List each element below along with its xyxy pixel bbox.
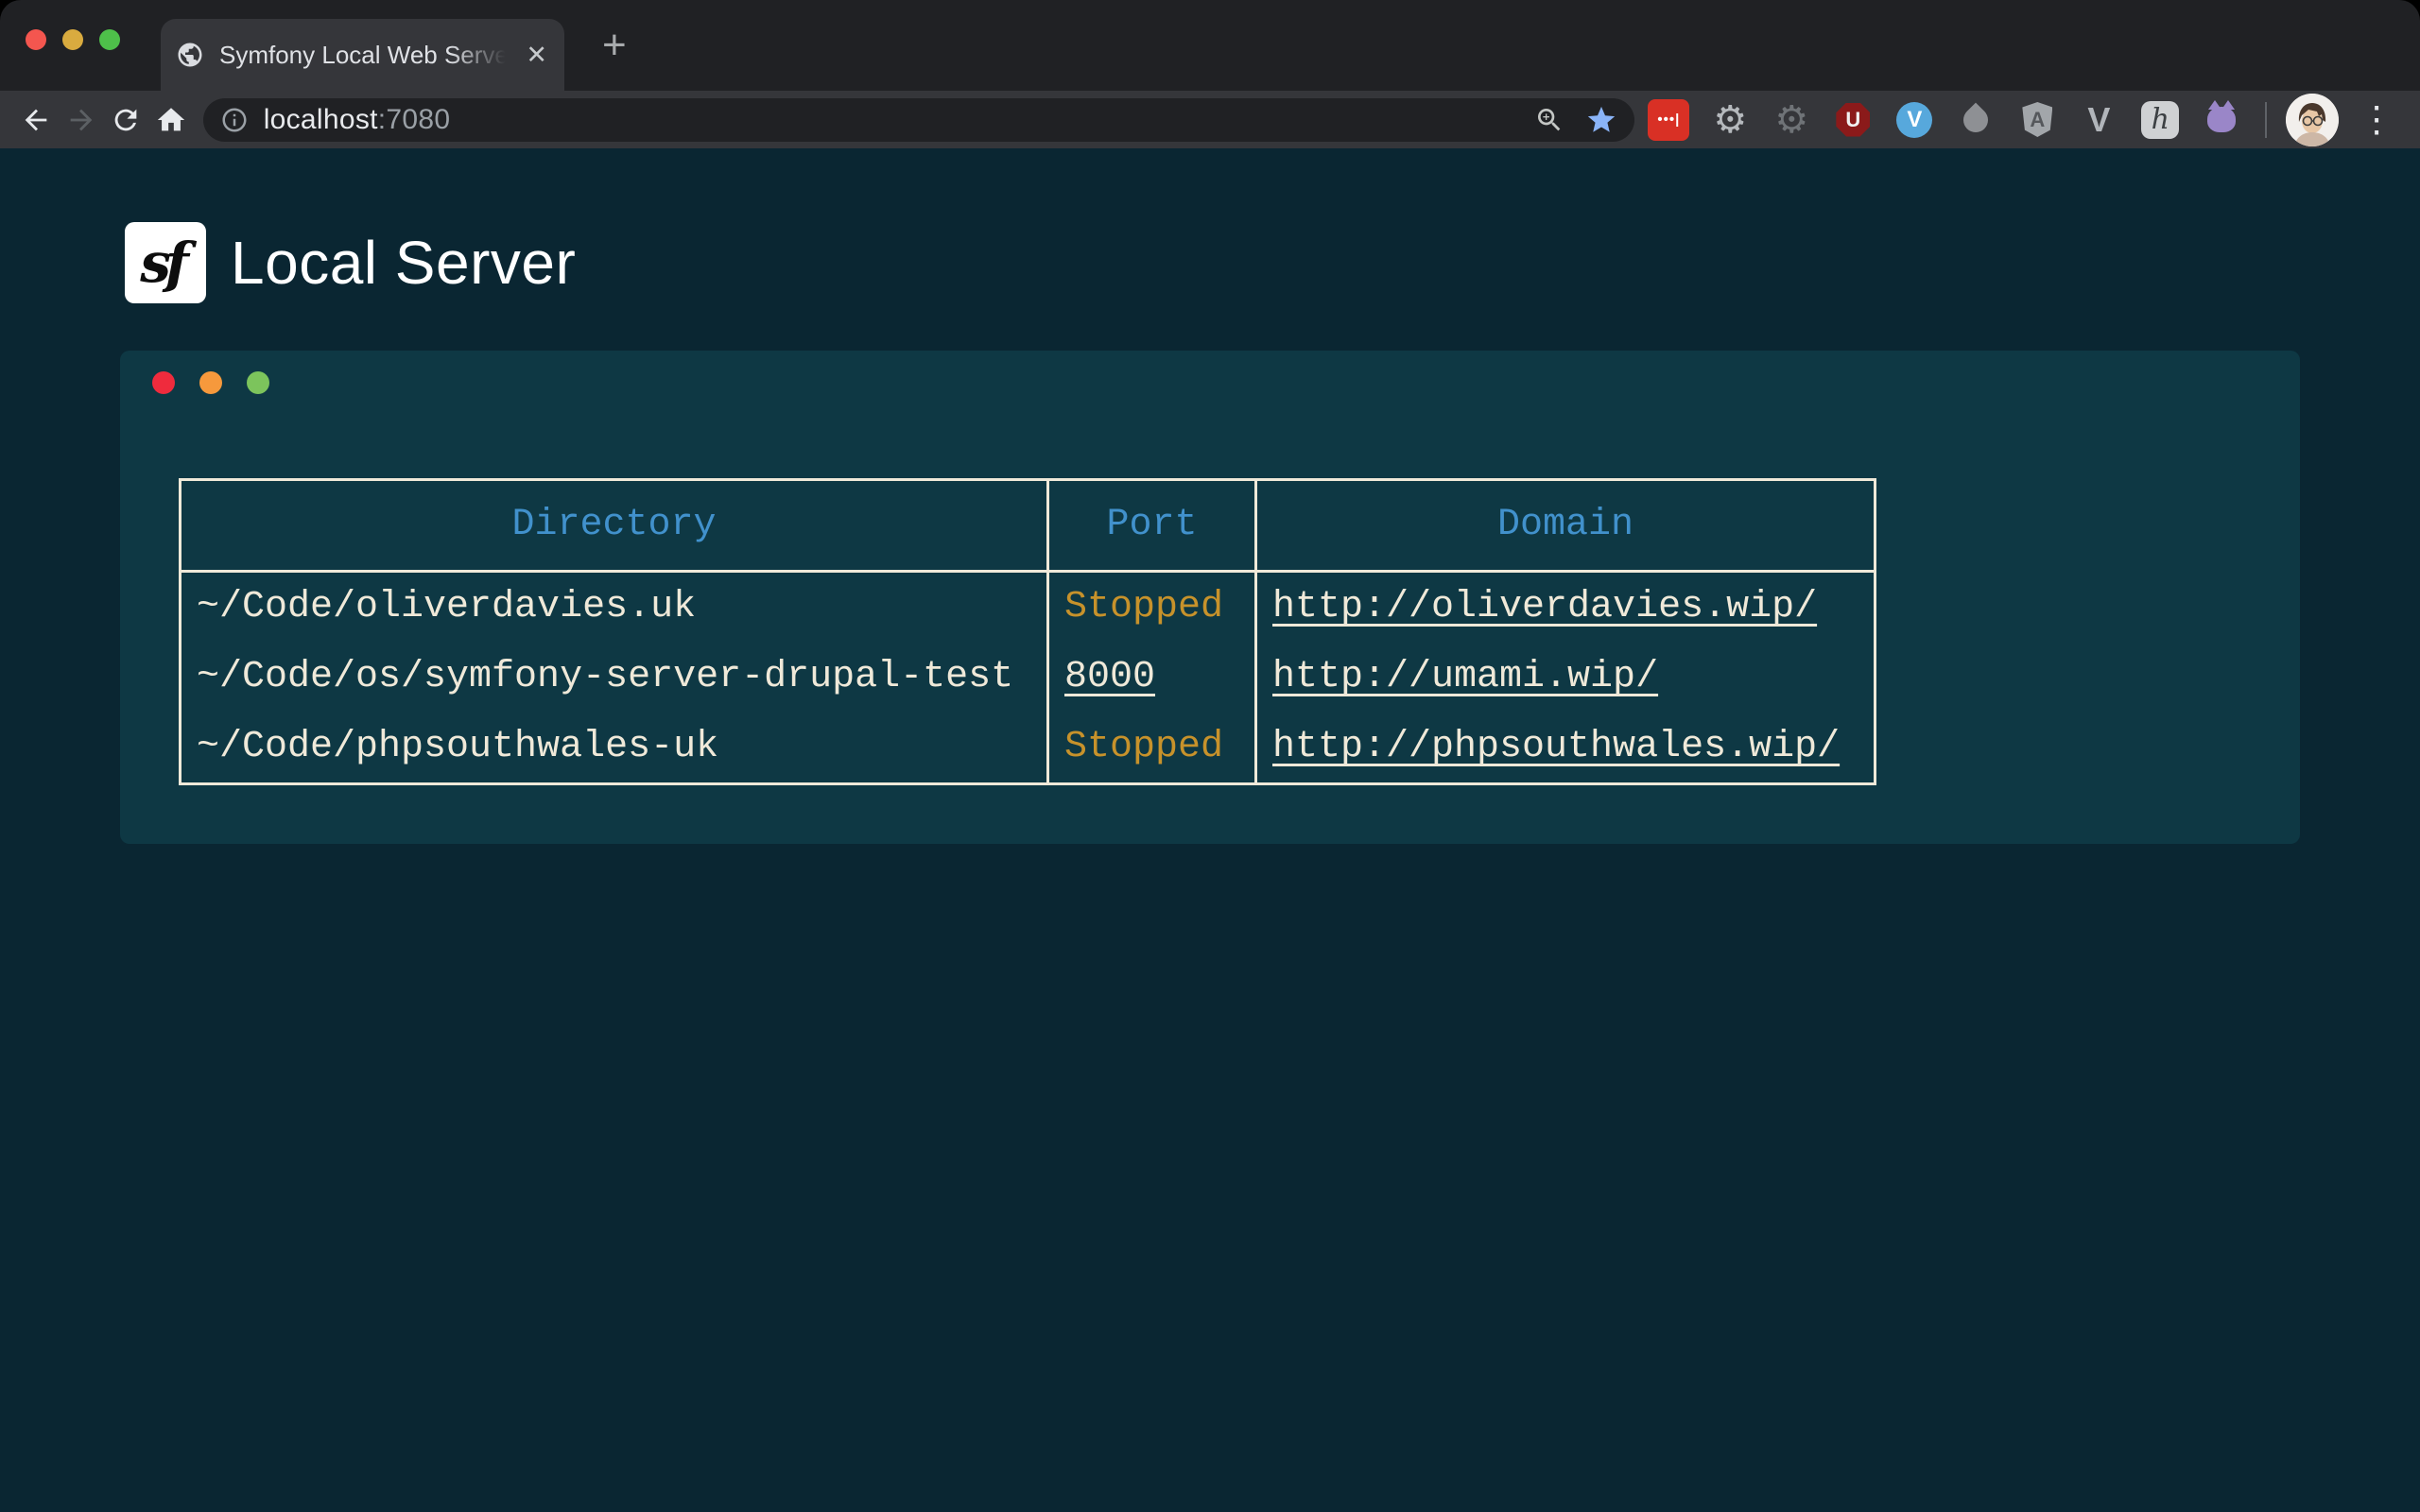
domain-link[interactable]: http://phpsouthwales.wip/ (1272, 726, 1840, 768)
browser-window: Symfony Local Web Server: Prox ✕ + (0, 0, 2420, 1512)
page-content: sf Local Server Directory Port (0, 148, 2420, 1512)
forward-icon (65, 104, 97, 136)
brand-header: sf Local Server (125, 222, 576, 303)
browser-tab[interactable]: Symfony Local Web Server: Prox ✕ (161, 19, 564, 91)
port-status: Stopped (1048, 572, 1256, 644)
site-info-icon[interactable] (220, 106, 249, 134)
directory-cell: ~/Code/oliverdavies.uk (181, 572, 1048, 644)
reload-button[interactable] (105, 99, 147, 141)
domain-cell: http://umami.wip/ (1256, 643, 1876, 713)
page-zoom-icon[interactable] (1534, 105, 1564, 135)
port-cell: 8000 (1048, 643, 1256, 713)
globe-favicon-icon (176, 41, 204, 69)
url-port: :7080 (378, 104, 451, 135)
directory-cell: ~/Code/os/symfony-server-drupal-test (181, 643, 1048, 713)
domain-link[interactable]: http://oliverdavies.wip/ (1272, 586, 1817, 628)
back-button[interactable] (15, 99, 57, 141)
url-text: localhost:7080 (264, 104, 451, 136)
column-header-directory: Directory (181, 480, 1048, 572)
home-button[interactable] (150, 99, 192, 141)
gear-disabled-extension-icon[interactable]: ⚙ (1771, 99, 1812, 141)
column-header-port: Port (1048, 480, 1256, 572)
home-icon (155, 104, 187, 136)
port-status: Stopped (1048, 713, 1256, 784)
back-icon (20, 104, 52, 136)
table-row: ~/Code/oliverdavies.uk Stopped http://ol… (181, 572, 1876, 644)
h-extension-icon[interactable]: h (2139, 99, 2181, 141)
forward-button[interactable] (60, 99, 102, 141)
github-octocat-extension-icon[interactable] (2201, 99, 2242, 141)
page-title: Local Server (231, 228, 576, 298)
browser-toolbar: localhost:7080 •••| ⚙ ⚙ U V A V h (0, 91, 2420, 148)
gear-extension-icon[interactable]: ⚙ (1709, 99, 1751, 141)
profile-avatar[interactable] (2286, 94, 2339, 146)
zoom-window-button[interactable] (99, 29, 120, 50)
window-controls (26, 29, 120, 50)
shield-extension-icon[interactable]: A (2016, 99, 2058, 141)
vue-extension-icon[interactable]: V (2078, 99, 2119, 141)
extensions-row: •••| ⚙ ⚙ U V A V h (1648, 99, 2242, 141)
server-card: Directory Port Domain ~/Code/oliverdavie… (120, 351, 2300, 844)
directory-cell: ~/Code/phpsouthwales-uk (181, 713, 1048, 784)
table-header-row: Directory Port Domain (181, 480, 1876, 572)
card-traffic-dots (152, 371, 269, 394)
toolbar-divider (2265, 102, 2267, 138)
bookmark-star-icon[interactable] (1585, 104, 1617, 136)
tab-close-icon[interactable]: ✕ (520, 41, 553, 70)
reload-icon (110, 104, 142, 136)
avatar-illustration (2286, 94, 2339, 146)
drupal-extension-icon[interactable] (1955, 99, 1996, 141)
symfony-logo-icon: sf (125, 222, 206, 303)
lastpass-extension-icon[interactable]: •••| (1648, 99, 1689, 141)
tab-strip: Symfony Local Web Server: Prox ✕ + (0, 0, 2420, 91)
vimeo-extension-icon[interactable]: V (1893, 99, 1935, 141)
domain-cell: http://phpsouthwales.wip/ (1256, 713, 1876, 784)
table-row: ~/Code/os/symfony-server-drupal-test 800… (181, 643, 1876, 713)
column-header-domain: Domain (1256, 480, 1876, 572)
port-link[interactable]: 8000 (1064, 656, 1155, 698)
address-bar[interactable]: localhost:7080 (203, 98, 1635, 142)
tab-title: Symfony Local Web Server: Prox (219, 41, 514, 70)
domain-cell: http://oliverdavies.wip/ (1256, 572, 1876, 644)
url-host: localhost (264, 104, 378, 135)
close-window-button[interactable] (26, 29, 46, 50)
domain-link[interactable]: http://umami.wip/ (1272, 656, 1658, 698)
ublock-extension-icon[interactable]: U (1832, 99, 1874, 141)
browser-menu-button[interactable]: ⋮ (2358, 102, 2395, 138)
red-dot-icon (152, 371, 175, 394)
new-tab-button[interactable]: + (593, 0, 636, 91)
minimize-window-button[interactable] (62, 29, 83, 50)
screen: Symfony Local Web Server: Prox ✕ + (0, 0, 2420, 1512)
orange-dot-icon (199, 371, 222, 394)
servers-table: Directory Port Domain ~/Code/oliverdavie… (179, 478, 1876, 785)
table-row: ~/Code/phpsouthwales-uk Stopped http://p… (181, 713, 1876, 784)
green-dot-icon (247, 371, 269, 394)
